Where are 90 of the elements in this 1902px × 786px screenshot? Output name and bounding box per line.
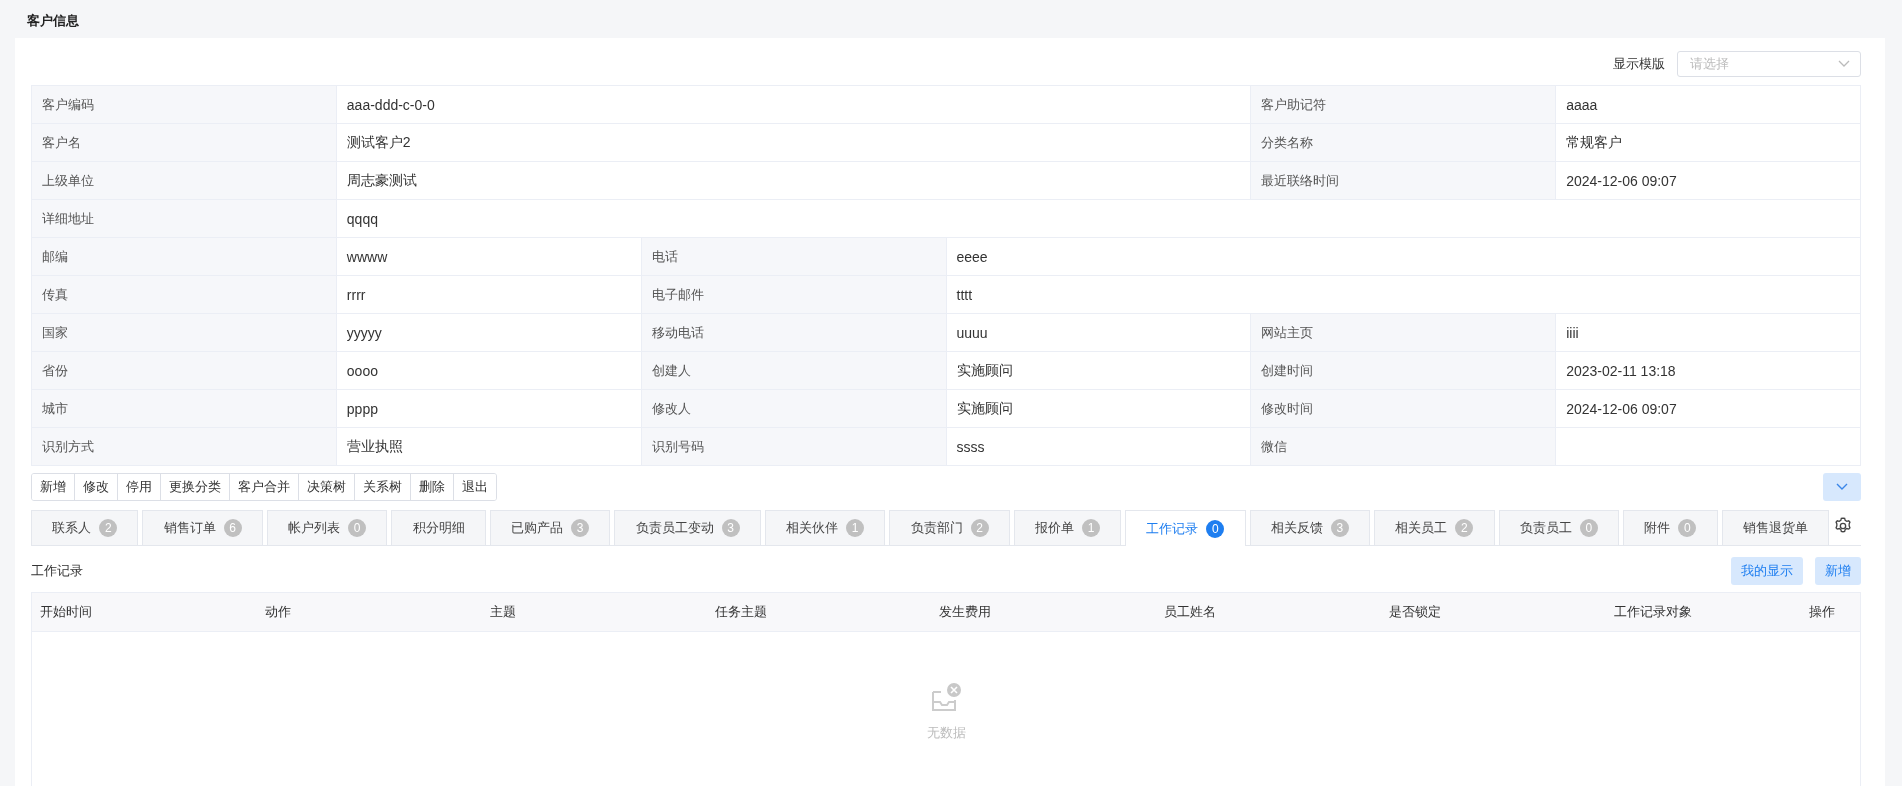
field-value: rrrr [336,276,642,314]
count-badge: 3 [721,519,740,537]
field-value: tttt [946,276,1861,314]
tab[interactable]: 联系人 2 [31,510,139,545]
field-label: 识别方式 [32,428,337,466]
tab[interactable]: 相关员工 2 [1374,510,1495,545]
empty-text: 无数据 [926,724,966,742]
field-value: iiii [1556,314,1861,352]
field-value: yyyyy [336,314,642,352]
field-label: 电子邮件 [641,276,947,314]
count-badge: 0 [1678,519,1697,537]
field-value: ssss [946,428,1252,466]
count-badge: 0 [1206,519,1225,538]
tab[interactable]: 积分明细 [391,510,486,545]
column-header: 开始时间 [39,603,93,621]
field-label: 详细地址 [32,200,337,238]
count-badge: 6 [223,519,242,537]
page-title: 客户信息 [26,12,80,30]
count-badge: 2 [99,519,118,537]
field-value: pppp [336,390,642,428]
count-badge: 3 [1330,519,1349,537]
field-label: 客户编码 [32,86,337,124]
field-value: 2024-12-06 09:07 [1556,162,1861,200]
chevron-down-icon [1836,483,1848,491]
field-label: 创建人 [641,352,947,390]
column-header: 动作 [263,603,292,621]
field-label: 邮编 [32,238,337,276]
field-value: 周志豪测试 [336,162,1252,200]
count-badge: 1 [1082,519,1100,537]
field-value: 实施顾问 [946,352,1252,390]
field-value: eeee [946,238,1861,276]
tab[interactable]: 报价单 1 [1013,510,1122,545]
field-label: 网站主页 [1251,314,1557,352]
column-header: 操作 [1808,603,1837,621]
field-value: aaaa [1556,86,1861,124]
field-label: 修改人 [641,390,947,428]
field-value: uuuu [946,314,1252,352]
field-label: 省份 [32,352,337,390]
tab[interactable]: 附件 0 [1623,510,1718,545]
tab[interactable]: 负责员工 0 [1498,510,1620,545]
tab[interactable]: 工作记录 0 [1125,510,1246,546]
field-label: 上级单位 [32,162,337,200]
field-label: 国家 [32,314,337,352]
field-label: 城市 [32,390,337,428]
count-badge: 2 [1455,519,1474,537]
field-label: 移动电话 [641,314,947,352]
field-value: oooo [336,352,642,390]
count-badge: 2 [970,519,989,537]
field-label: 客户助记符 [1251,86,1557,124]
column-header: 工作记录对象 [1612,603,1693,621]
column-header: 员工姓名 [1163,603,1218,621]
field-value: 实施顾问 [946,390,1252,428]
field-label: 识别号码 [641,428,947,466]
field-value: aaa-ddd-c-0-0 [336,86,1252,124]
column-header: 主题 [488,603,517,621]
tab[interactable]: 销售退货单 [1721,510,1830,545]
chevron-down-icon [1838,60,1850,68]
field-value: qqqq [336,200,1861,238]
tab[interactable]: 销售订单 6 [142,510,263,545]
field-value: 测试客户2 [336,124,1252,162]
field-label: 微信 [1251,428,1557,466]
column-header: 是否锁定 [1388,603,1442,621]
action-button[interactable]: 新增 [32,474,75,500]
column-header: 发生费用 [938,603,993,621]
field-label: 创建时间 [1251,352,1557,390]
field-value: wwww [336,238,642,276]
empty-inbox-icon [929,682,963,714]
tab[interactable]: 相关伙伴 1 [764,510,886,545]
tab[interactable]: 相关反馈 3 [1249,510,1371,545]
section-title: 工作记录 [31,562,83,580]
count-badge: 3 [571,519,590,537]
tab[interactable]: 负责部门 2 [889,510,1010,545]
field-label: 修改时间 [1251,390,1557,428]
field-label: 电话 [641,238,947,276]
field-value: 2023-02-11 13:18 [1556,352,1861,390]
field-value: 2024-12-06 09:07 [1556,390,1861,428]
field-label: 传真 [32,276,337,314]
count-badge: 0 [1579,519,1598,537]
count-badge: 1 [846,519,865,537]
field-label: 分类名称 [1251,124,1557,162]
field-label: 客户名 [32,124,337,162]
field-label: 最近联络时间 [1251,162,1557,200]
field-value: 常规客户 [1556,124,1861,162]
column-header: 任务主题 [713,603,768,621]
field-value: 营业执照 [336,428,642,466]
tab[interactable]: 负责员工变动 3 [614,510,761,545]
count-badge: 0 [348,519,367,537]
template-label: 显示模版 [1613,55,1665,73]
tab[interactable]: 帐户列表 0 [266,510,388,545]
tab[interactable]: 已购产品 3 [489,510,611,545]
